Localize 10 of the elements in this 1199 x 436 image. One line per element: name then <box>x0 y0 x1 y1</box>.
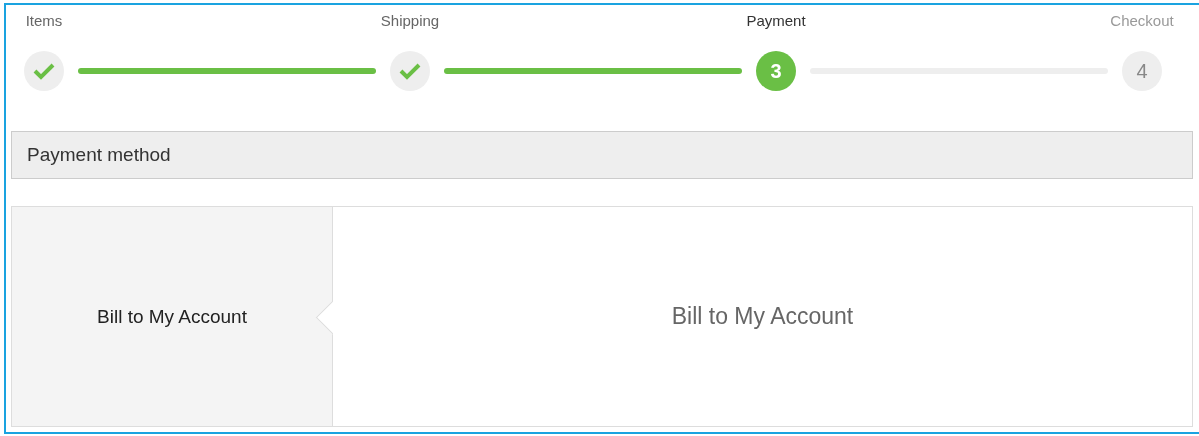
detail-title: Bill to My Account <box>671 303 854 330</box>
step-indicator: 3 <box>756 51 796 91</box>
step-label: Payment <box>746 11 806 31</box>
step-label: Shipping <box>380 11 440 31</box>
section-header: Payment method <box>11 131 1193 179</box>
step-indicator: 4 <box>1122 51 1162 91</box>
checkmark-icon <box>399 62 421 80</box>
step-label: Items <box>25 11 63 31</box>
checkmark-icon <box>33 62 55 80</box>
step-label: Checkout <box>1110 11 1174 31</box>
